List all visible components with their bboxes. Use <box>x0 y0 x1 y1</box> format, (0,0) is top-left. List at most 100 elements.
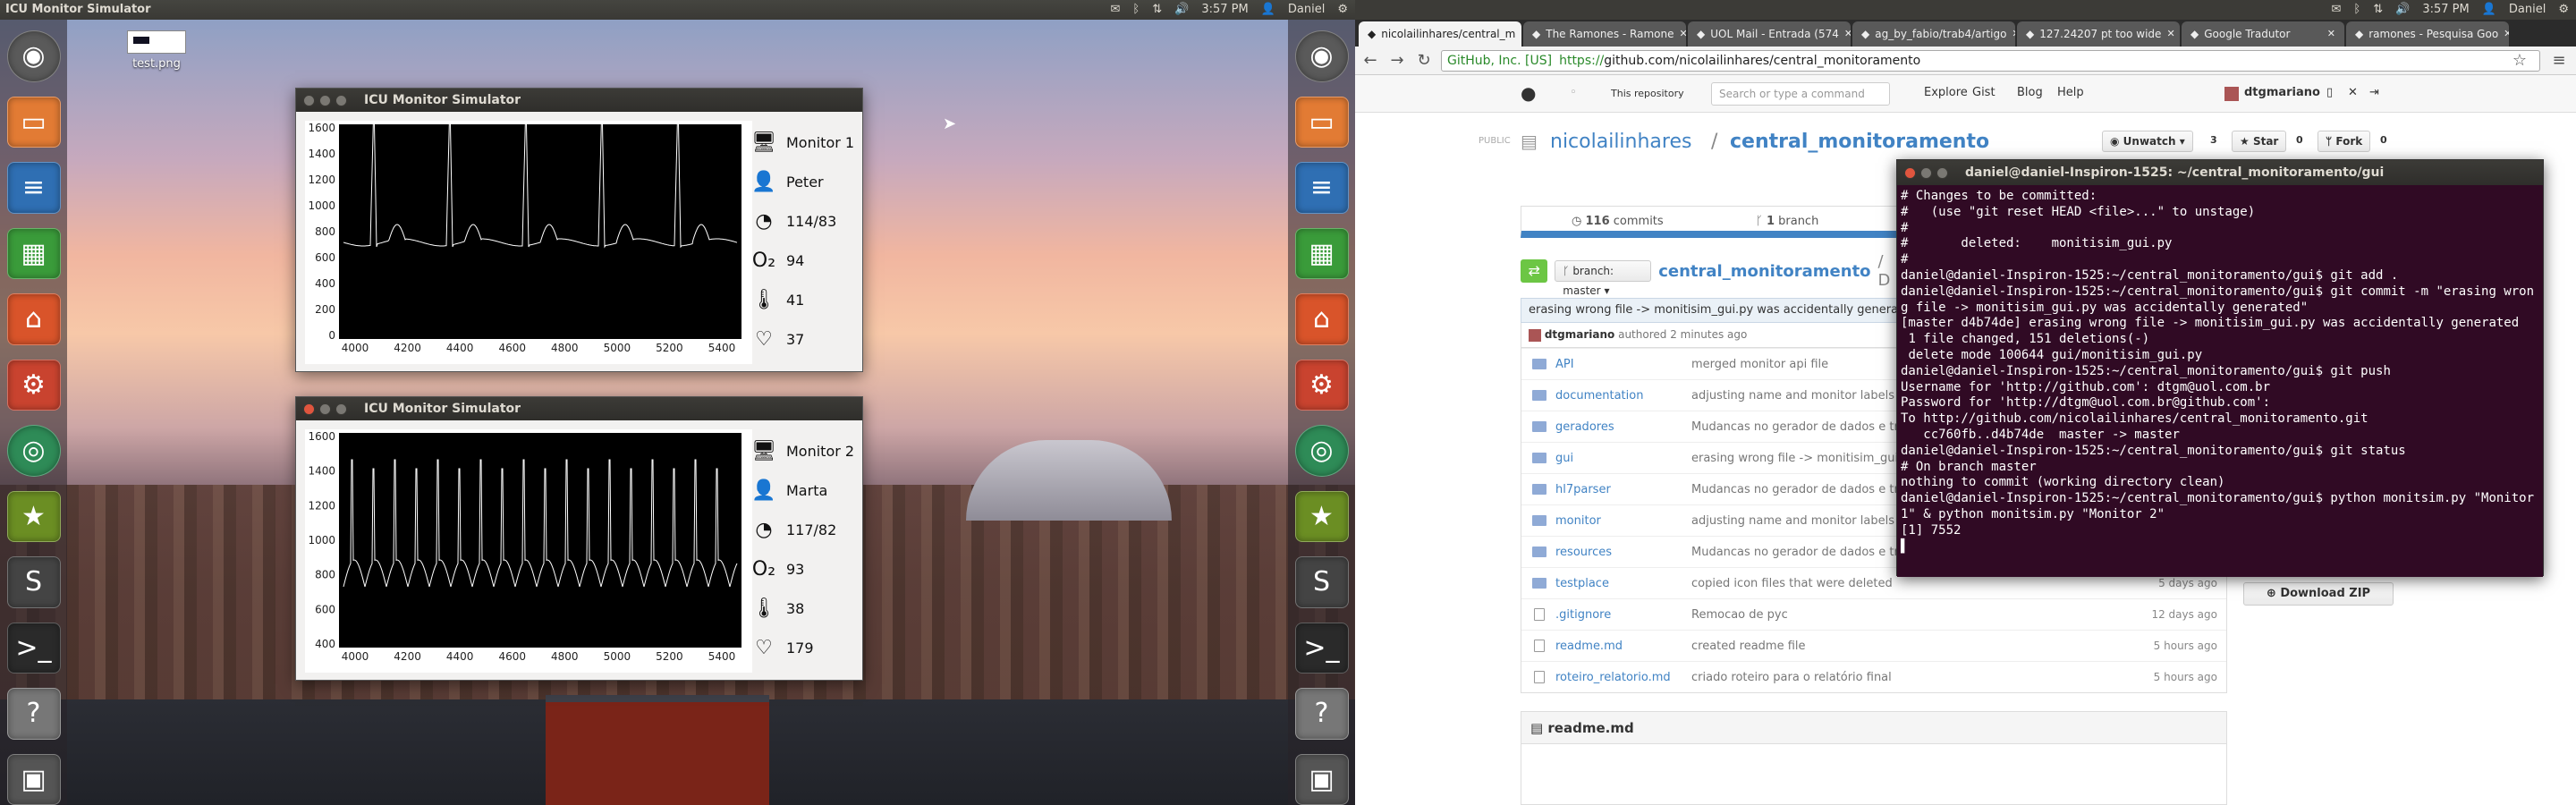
files-icon[interactable]: ▭ <box>6 96 61 148</box>
search-scope[interactable]: This repository <box>1611 88 1684 99</box>
maximize-icon[interactable] <box>335 403 347 415</box>
breadcrumb-repo[interactable]: central_monitoramento <box>1658 262 1870 281</box>
branches-link[interactable]: ᚴ 1 branch <box>1756 215 1818 228</box>
close-tab-icon[interactable]: ✕ <box>2327 21 2335 47</box>
file-commit-message[interactable]: adjusting name and monitor labels at m <box>1691 514 1925 528</box>
file-name-link[interactable]: API <box>1555 358 1691 371</box>
terminal-icon[interactable]: >_ <box>1294 622 1349 674</box>
nav-gist[interactable]: Gist <box>1972 86 1996 99</box>
window-titlebar[interactable]: ICU Monitor Simulator <box>296 397 862 420</box>
username[interactable]: dtgmariano <box>2244 86 2320 99</box>
writer-icon[interactable]: ≡ <box>6 162 61 214</box>
compare-icon[interactable]: ⇄ <box>1521 259 1548 283</box>
bluetooth-icon[interactable]: ᛒ <box>1132 0 1140 20</box>
email-icon[interactable]: ✉ <box>1111 0 1121 20</box>
browser-tab[interactable]: ◆ UOL Mail - Entrada (574 ✕ <box>1688 21 1851 47</box>
network-icon[interactable]: ⇅ <box>1152 0 1162 20</box>
nav-explore[interactable]: Explore <box>1924 86 1968 99</box>
file-name-link[interactable]: documentation <box>1555 389 1691 402</box>
avatar[interactable] <box>2224 87 2239 101</box>
fork-count[interactable]: 0 <box>2375 131 2393 152</box>
volume-icon[interactable]: 🔊 <box>1174 0 1189 20</box>
file-commit-message[interactable]: adjusting name and monitor labels at m <box>1691 389 1925 402</box>
gear-icon[interactable]: ⚙ <box>1337 0 1348 20</box>
volume-icon[interactable]: 🔊 <box>2395 0 2410 20</box>
file-commit-message[interactable]: copied icon files that were deleted <box>1691 577 1893 590</box>
browser-tab[interactable]: ◆ ramones - Pesquisa Goo ✕ <box>2346 21 2509 47</box>
terminal-output[interactable]: # Changes to be committed: # (use "git r… <box>1897 185 2543 577</box>
bluetooth-icon[interactable]: ᛒ <box>2353 0 2360 20</box>
gear-icon[interactable]: ⚙ <box>2558 0 2569 20</box>
commits-link[interactable]: ◷ 116 commits <box>1572 215 1664 228</box>
minimize-icon[interactable] <box>319 403 331 415</box>
close-tab-icon[interactable]: ✕ <box>2504 21 2509 47</box>
create-repo-icon[interactable]: ▯ <box>2326 86 2333 99</box>
file-name-link[interactable]: testplace <box>1555 577 1691 590</box>
clock-right[interactable]: 3:57 PM <box>2422 0 2469 20</box>
browser-tab[interactable]: ◆ The Ramones - Ramone ✕ <box>1523 21 1686 47</box>
file-commit-message[interactable]: Mudancas no gerador de dados e troca <box>1691 420 1919 434</box>
close-icon[interactable] <box>303 95 315 106</box>
file-commit-message[interactable]: Mudancas no gerador de dados e troca <box>1691 483 1919 496</box>
github-octocat-icon[interactable]: ● <box>1521 82 1536 104</box>
workspaces-icon[interactable]: ▣ <box>6 753 61 805</box>
dash-home-icon[interactable]: ◉ <box>1294 30 1349 82</box>
close-icon[interactable] <box>1904 167 1916 179</box>
fork-button[interactable]: ᛘ Fork <box>2318 131 2371 152</box>
search-input[interactable]: Search or type a command <box>1711 82 1890 106</box>
software-center-icon[interactable]: ⌂ <box>1294 293 1349 345</box>
calc-icon[interactable]: ▦ <box>1294 227 1349 279</box>
browser-tab[interactable]: ◆ ag_by_fabio/trab4/artigo ✕ <box>1852 21 2015 47</box>
star-count[interactable]: 0 <box>2291 131 2309 152</box>
close-tab-icon[interactable]: ✕ <box>1844 21 1851 47</box>
file-commit-message[interactable]: erasing wrong file -> monitisim_gui.py <box>1691 452 1916 465</box>
email-icon[interactable]: ✉ <box>2332 0 2342 20</box>
file-name-link[interactable]: resources <box>1555 546 1691 559</box>
file-name-link[interactable]: geradores <box>1555 420 1691 434</box>
writer-icon[interactable]: ≡ <box>1294 162 1349 214</box>
signout-icon[interactable]: ⇥ <box>2369 86 2379 99</box>
terminal-titlebar[interactable]: daniel@daniel-Inspiron-1525: ~/central_m… <box>1897 160 2543 185</box>
file-name-link[interactable]: .gitignore <box>1555 608 1691 622</box>
file-name-link[interactable]: readme.md <box>1555 640 1691 653</box>
settings-tools-icon[interactable]: ✕ <box>2348 86 2358 99</box>
desktop-file-test-png[interactable]: test.png <box>125 30 188 71</box>
minimize-icon[interactable] <box>1920 167 1932 179</box>
star-button[interactable]: ★ Star <box>2232 131 2287 152</box>
browser-tab[interactable]: ◆ Google Tradutor ✕ <box>2182 21 2344 47</box>
sublime-text-icon[interactable]: S <box>1294 556 1349 608</box>
nav-blog[interactable]: Blog <box>2017 86 2043 99</box>
maximize-icon[interactable] <box>1936 167 1948 179</box>
maximize-icon[interactable] <box>335 95 347 106</box>
browser-tab[interactable]: ◆ 127.24207 pt too wide ✕ <box>2017 21 2180 47</box>
window-titlebar[interactable]: ICU Monitor Simulator <box>296 89 862 112</box>
file-name-link[interactable]: monitor <box>1555 514 1691 528</box>
nav-help[interactable]: Help <box>2057 86 2084 99</box>
security-indicator[interactable]: GitHub, Inc. [US] <box>1447 51 1552 71</box>
address-bar[interactable]: GitHub, Inc. [US] https://github.com/nic… <box>1441 49 2540 72</box>
close-tab-icon[interactable]: ✕ <box>2012 21 2015 47</box>
settings-icon[interactable]: ⚙ <box>6 359 61 411</box>
help-icon[interactable]: ? <box>1294 688 1349 740</box>
menu-icon[interactable]: ≡ <box>2549 51 2569 70</box>
files-icon[interactable]: ▭ <box>1294 96 1349 148</box>
unwatch-button[interactable]: ◉ Unwatch ▾ <box>2102 131 2193 152</box>
game-icon[interactable]: ★ <box>6 490 61 542</box>
user-name-right[interactable]: Daniel <box>2509 0 2546 20</box>
repo-name-link[interactable]: central_monitoramento <box>1730 131 1989 153</box>
chrome-icon[interactable]: ◎ <box>6 425 61 477</box>
repo-owner-link[interactable]: nicolailinhares <box>1550 131 1691 153</box>
sublime-text-icon[interactable]: S <box>6 556 61 608</box>
bookmark-star-icon[interactable]: ☆ <box>2510 51 2529 70</box>
file-commit-message[interactable]: Mudancas no gerador de dados e troca <box>1691 546 1919 559</box>
back-icon[interactable]: ← <box>1360 51 1380 70</box>
file-commit-message[interactable]: Remocao de pyc <box>1691 608 1788 622</box>
forward-icon[interactable]: → <box>1387 51 1407 70</box>
commit-author[interactable]: dtgmariano <box>1545 328 1614 341</box>
calc-icon[interactable]: ▦ <box>6 227 61 279</box>
user-name-left[interactable]: Daniel <box>1288 0 1325 20</box>
watch-count[interactable]: 3 <box>2205 131 2223 152</box>
dash-home-icon[interactable]: ◉ <box>6 30 61 82</box>
minimize-icon[interactable] <box>319 95 331 106</box>
game-icon[interactable]: ★ <box>1294 490 1349 542</box>
